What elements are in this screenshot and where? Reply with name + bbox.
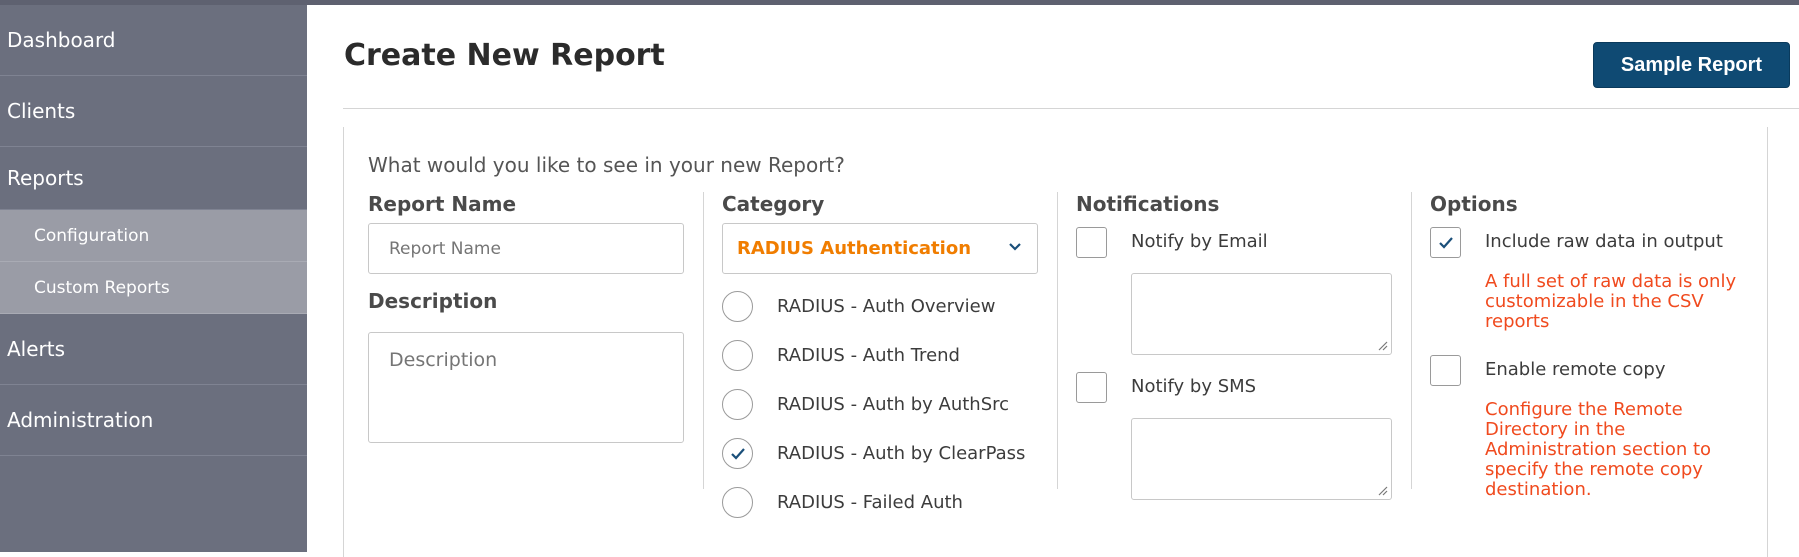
category-select[interactable]: RADIUS Authentication <box>722 223 1038 274</box>
radio-button[interactable] <box>722 389 753 420</box>
radio-button[interactable] <box>722 340 753 371</box>
sidebar-item-administration[interactable]: Administration <box>0 385 307 456</box>
report-form-card: What would you like to see in your new R… <box>343 127 1768 557</box>
remote-copy-note: Configure the Remote Directory in the Ad… <box>1485 399 1712 500</box>
column-divider <box>1411 192 1412 489</box>
check-icon <box>1438 236 1453 249</box>
radio-button-selected[interactable] <box>722 438 753 469</box>
sidebar: Dashboard Clients Reports Configuration … <box>0 5 307 552</box>
category-title: Category <box>722 192 825 216</box>
description-title: Description <box>368 289 498 313</box>
notify-email-label: Notify by Email <box>1131 231 1268 252</box>
enable-remote-copy-label: Enable remote copy <box>1485 359 1666 380</box>
resize-handle-icon[interactable] <box>1378 341 1388 351</box>
notifications-column: Notifications Notify by Email Notify by … <box>1076 192 1392 500</box>
check-icon <box>730 447 745 460</box>
description-textarea[interactable] <box>368 332 684 443</box>
sidebar-item-label: Alerts <box>7 337 66 361</box>
notify-email-textarea[interactable] <box>1131 273 1392 355</box>
options-column: Options Include raw data in output A ful… <box>1430 192 1750 500</box>
report-name-title: Report Name <box>368 192 517 216</box>
include-raw-data-checkbox[interactable] <box>1430 227 1461 258</box>
include-raw-data-label: Include raw data in output <box>1485 231 1723 252</box>
notify-sms-textarea[interactable] <box>1131 418 1392 500</box>
notify-email-checkbox[interactable] <box>1076 227 1107 258</box>
column-divider <box>703 192 704 489</box>
report-name-input[interactable] <box>368 223 684 274</box>
category-option-label: RADIUS - Auth Trend <box>777 345 960 366</box>
category-column: Category RADIUS Authentication RADIUS - … <box>722 192 1038 518</box>
sidebar-item-reports[interactable]: Reports <box>0 147 307 210</box>
category-selected-value: RADIUS Authentication <box>737 238 972 259</box>
sidebar-item-label: Dashboard <box>7 28 116 52</box>
main-content: Create New Report Sample Report What wou… <box>307 5 1799 557</box>
radio-button[interactable] <box>722 487 753 518</box>
category-option[interactable]: RADIUS - Auth by AuthSrc <box>722 389 1009 420</box>
options-title: Options <box>1430 192 1518 216</box>
sidebar-item-alerts[interactable]: Alerts <box>0 314 307 385</box>
sidebar-subitem-label: Configuration <box>34 225 150 246</box>
category-option-label: RADIUS - Auth by ClearPass <box>777 443 1026 464</box>
notifications-title: Notifications <box>1076 192 1220 216</box>
sidebar-subitem-custom-reports[interactable]: Custom Reports <box>0 262 307 314</box>
category-option[interactable]: RADIUS - Failed Auth <box>722 487 963 518</box>
page-title: Create New Report <box>344 38 665 73</box>
category-option-label: RADIUS - Auth by AuthSrc <box>777 394 1010 415</box>
enable-remote-copy-checkbox[interactable] <box>1430 355 1461 386</box>
category-option[interactable]: RADIUS - Auth Trend <box>722 340 960 371</box>
sidebar-item-label: Reports <box>7 166 84 190</box>
sample-report-button[interactable]: Sample Report <box>1593 42 1790 88</box>
category-option-label: RADIUS - Auth Overview <box>777 296 996 317</box>
sidebar-item-label: Clients <box>7 99 76 123</box>
resize-handle-icon[interactable] <box>1378 486 1388 496</box>
sidebar-subitem-configuration[interactable]: Configuration <box>0 210 307 262</box>
header-divider <box>343 108 1799 109</box>
category-option[interactable]: RADIUS - Auth Overview <box>722 291 995 322</box>
category-option-label: RADIUS - Failed Auth <box>777 492 963 513</box>
category-option[interactable]: RADIUS - Auth by ClearPass <box>722 438 1025 469</box>
notify-sms-label: Notify by SMS <box>1131 376 1257 397</box>
raw-data-note: A full set of raw data is only customiza… <box>1485 271 1737 332</box>
sidebar-item-label: Administration <box>7 408 154 432</box>
notify-sms-checkbox[interactable] <box>1076 372 1107 403</box>
sidebar-subitem-label: Custom Reports <box>34 277 170 298</box>
reports-submenu: Configuration Custom Reports <box>0 210 307 314</box>
column-divider <box>1057 192 1058 489</box>
sidebar-item-dashboard[interactable]: Dashboard <box>0 5 307 76</box>
report-name-column: Report Name Description <box>368 192 684 443</box>
form-prompt: What would you like to see in your new R… <box>368 153 845 177</box>
chevron-down-icon <box>1009 243 1021 251</box>
sidebar-item-clients[interactable]: Clients <box>0 76 307 147</box>
radio-button[interactable] <box>722 291 753 322</box>
